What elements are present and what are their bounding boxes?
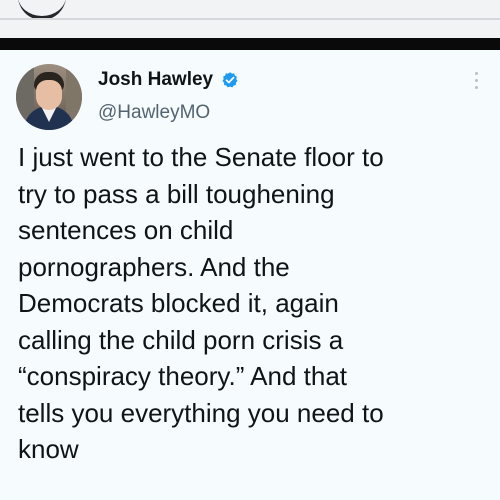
avatar-face (36, 80, 62, 110)
more-options-icon[interactable] (472, 72, 480, 98)
top-divider (0, 18, 500, 20)
profile-avatar[interactable] (16, 64, 82, 130)
previous-avatar-fragment (18, 0, 66, 20)
verified-badge-icon (222, 71, 238, 87)
author-name[interactable]: Josh Hawley (98, 70, 213, 89)
author-row: Josh Hawley (98, 70, 239, 89)
author-handle[interactable]: @HawleyMO (98, 103, 210, 122)
black-header-band (0, 38, 500, 50)
previous-post-fragment (0, 0, 500, 38)
tweet-text: I just went to the Senate floor to try t… (18, 142, 384, 464)
